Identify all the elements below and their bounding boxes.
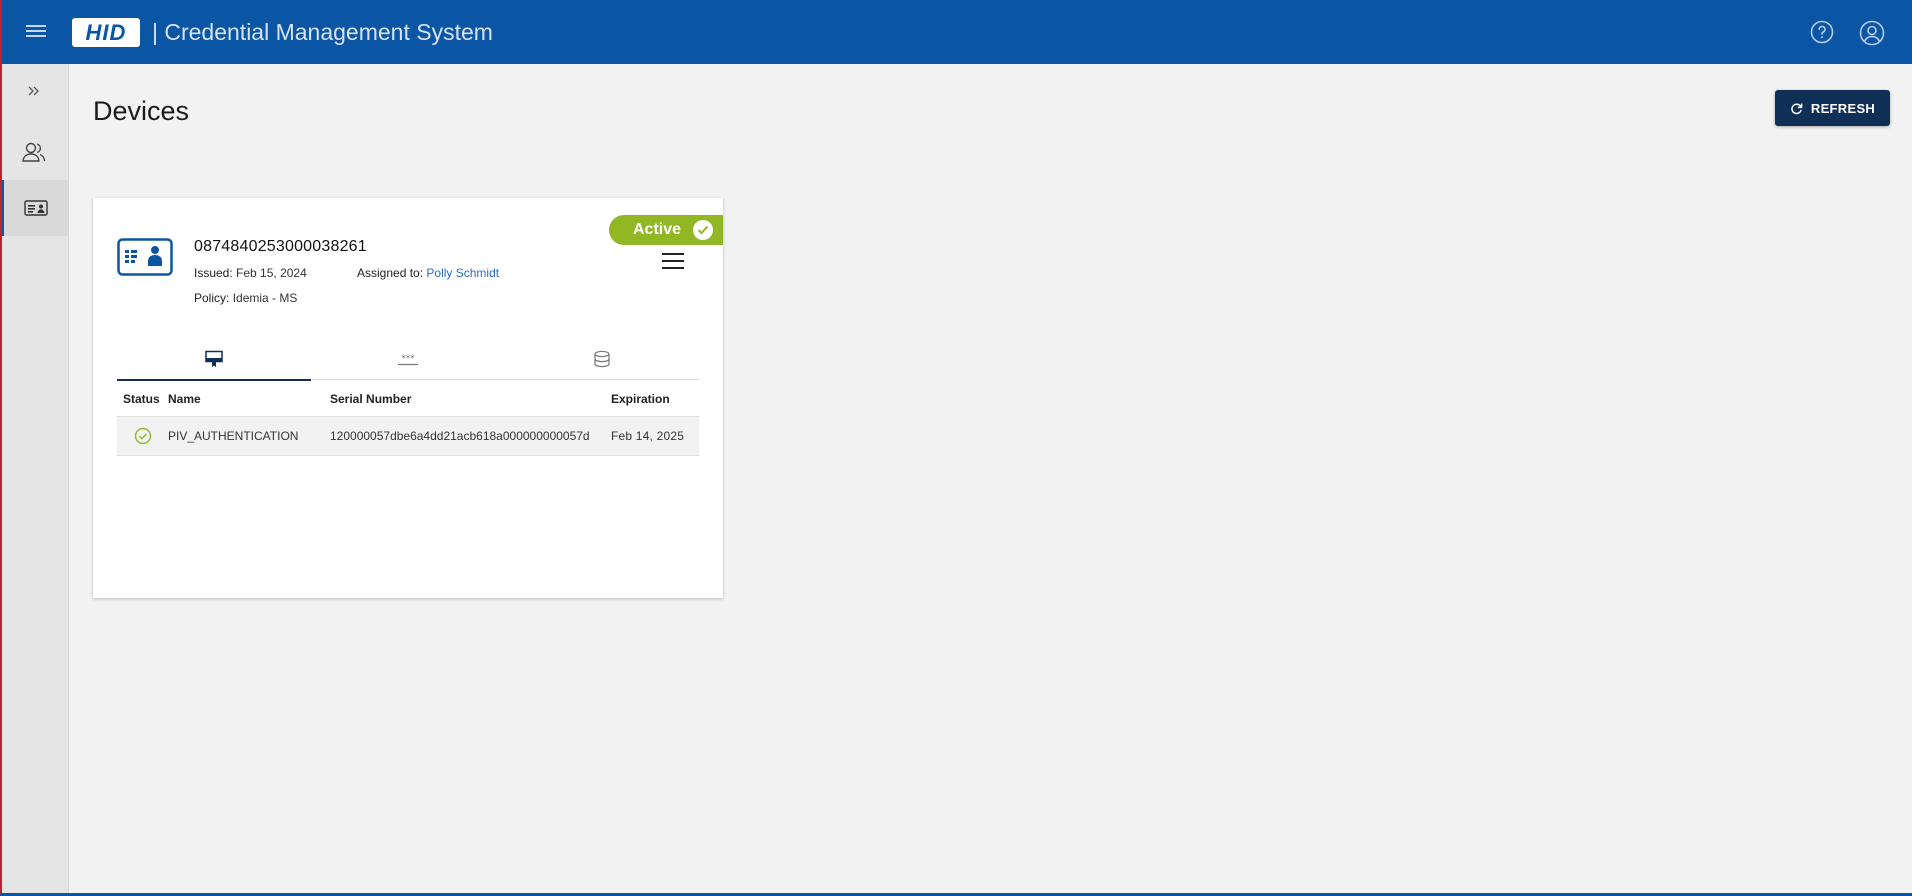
policy-label: Policy:	[194, 291, 230, 305]
row-name: PIV_AUTHENTICATION	[168, 429, 299, 443]
hid-logo: HID	[72, 18, 140, 47]
certificate-icon	[205, 350, 223, 367]
menu-icon[interactable]	[24, 22, 48, 42]
device-tabs: ***	[117, 338, 699, 381]
password-icon: ***	[398, 354, 418, 366]
assigned-label: Assigned to:	[357, 266, 424, 280]
row-serial-number: 120000057dbe6a4dd21acb618a000000000057d	[330, 429, 590, 443]
refresh-button-label: REFRESH	[1810, 100, 1876, 116]
svg-text:***: ***	[401, 354, 415, 364]
column-header-expiration: Expiration	[611, 392, 670, 406]
logo-text: HID	[85, 19, 127, 45]
top-app-bar: HID | Credential Management System	[0, 0, 1912, 64]
credentials-table: Status Name Serial Number Expiration PIV…	[117, 382, 699, 456]
issued-value: Feb 15, 2024	[236, 266, 307, 280]
page-title: Devices	[93, 96, 190, 126]
sidebar-item-users[interactable]	[0, 124, 68, 180]
device-actions-menu-icon[interactable]	[662, 253, 684, 271]
device-card: Active 0874840253000038261 Issued: Feb 1…	[93, 198, 723, 598]
app-title: | Credential Management System	[152, 19, 493, 45]
tab-passwords[interactable]: ***	[311, 338, 505, 380]
tab-certificates[interactable]	[117, 338, 311, 381]
expand-chevrons-icon[interactable]	[26, 83, 42, 99]
row-status	[117, 427, 168, 445]
column-header-status: Status	[123, 392, 160, 406]
row-expiration: Feb 14, 2025	[611, 429, 685, 443]
policy-value: Idemia - MS	[232, 291, 298, 305]
assigned-user-link[interactable]: Polly Schmidt	[426, 266, 499, 280]
smart-card-icon	[117, 238, 173, 276]
id-card-icon	[24, 200, 48, 216]
table-header: Status Name Serial Number Expiration	[117, 382, 699, 416]
issued-label: Issued:	[194, 266, 233, 280]
policy: Policy: Idemia - MS	[194, 291, 297, 305]
window-left-edge	[0, 0, 2, 896]
assigned-to: Assigned to: Polly Schmidt	[357, 266, 499, 280]
sidebar	[0, 64, 69, 896]
sidebar-item-devices[interactable]	[0, 180, 68, 236]
column-header-name: Name	[168, 392, 201, 406]
check-icon	[693, 220, 714, 240]
issued-date: Issued: Feb 15, 2024	[194, 266, 307, 280]
help-icon[interactable]	[1810, 20, 1834, 44]
device-id: 0874840253000038261	[194, 238, 367, 255]
column-header-serial-number: Serial Number	[330, 392, 412, 406]
tab-storage[interactable]	[505, 338, 699, 380]
refresh-icon	[1791, 103, 1803, 114]
status-badge: Active	[609, 215, 723, 245]
valid-check-icon	[134, 427, 151, 445]
user-account-icon[interactable]	[1859, 20, 1885, 46]
users-icon	[22, 142, 46, 162]
status-badge-label: Active	[633, 221, 682, 238]
refresh-button[interactable]: REFRESH	[1775, 90, 1890, 126]
table-row[interactable]: PIV_AUTHENTICATION 120000057dbe6a4dd21ac…	[117, 416, 699, 456]
storage-icon	[594, 350, 610, 368]
